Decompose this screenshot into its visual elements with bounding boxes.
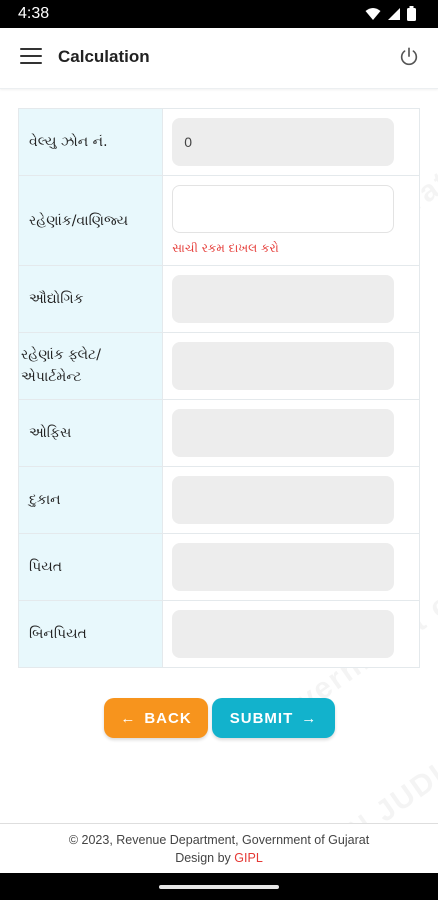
copyright-text: © 2023, Revenue Department, Government o… [68, 833, 370, 847]
form-row: રહેણાંક/વાણિજ્ય સાચી રકમ દાખલ કરો [17, 175, 420, 266]
back-button-label: BACK [144, 709, 192, 727]
status-time: 4:38 [18, 5, 50, 22]
error-message: સાચી રકમ દાખલ કરો [172, 241, 279, 255]
form-row: રહેણાંક ફ્લેટ/એપાર્ટમેન્ટ [17, 332, 420, 400]
hamburger-menu-icon[interactable] [20, 48, 42, 66]
system-icons [365, 6, 416, 21]
form-row: દુકાન [17, 466, 420, 534]
irrigated-input[interactable] [172, 543, 395, 591]
form-row: પિયત [17, 533, 420, 601]
form-label: ઔદ્યોગિક [17, 265, 164, 333]
arrow-right-icon: → [301, 709, 318, 727]
footer: © 2023, Revenue Department, Government o… [0, 823, 438, 874]
home-gesture-handle[interactable] [159, 885, 279, 889]
form-label: ઓફિસ [17, 399, 164, 467]
gipl-link[interactable]: GIPL [234, 851, 263, 865]
value-zone-input[interactable] [172, 118, 395, 166]
form-label: રહેણાંક ફ્લેટ/એપાર્ટમેન્ટ [17, 332, 164, 400]
form-label: બિનપિયત [17, 600, 164, 668]
submit-button-label: SUBMIT [229, 709, 294, 727]
design-by-text: Design by [175, 851, 231, 865]
residential-flat-input[interactable] [172, 342, 395, 390]
industrial-input[interactable] [172, 275, 395, 323]
calculation-form: વેલ્યુ ઝોન નં. રહેણાંક/વાણિજ્ય સાચી રકમ … [17, 108, 420, 668]
residential-commercial-input[interactable] [172, 185, 395, 233]
design-credit: Design by GIPL [0, 851, 438, 865]
app-bar: Calculation [0, 28, 438, 89]
form-row: બિનપિયત [17, 600, 420, 668]
form-label: રહેણાંક/વાણિજ્ય [17, 175, 164, 266]
wifi-icon [365, 7, 381, 20]
back-button[interactable]: ← BACK [104, 698, 208, 738]
form-label: વેલ્યુ ઝોન નં. [17, 108, 164, 176]
form-row: ઓફિસ [17, 399, 420, 467]
form-row: ઔદ્યોગિક [17, 265, 420, 333]
shop-input[interactable] [172, 476, 395, 524]
battery-icon [407, 6, 416, 21]
form-label: દુકાન [17, 466, 164, 534]
power-icon[interactable] [398, 46, 420, 68]
navigation-bar [0, 873, 438, 900]
non-irrigated-input[interactable] [172, 610, 395, 658]
submit-button[interactable]: SUBMIT → [212, 698, 335, 738]
form-label: પિયત [17, 533, 164, 601]
form-row: વેલ્યુ ઝોન નં. [17, 108, 420, 176]
status-bar: 4:38 [0, 0, 438, 28]
office-input[interactable] [172, 409, 395, 457]
signal-icon [388, 7, 400, 20]
arrow-left-icon: ← [120, 709, 137, 727]
page-title: Calculation [58, 47, 150, 66]
